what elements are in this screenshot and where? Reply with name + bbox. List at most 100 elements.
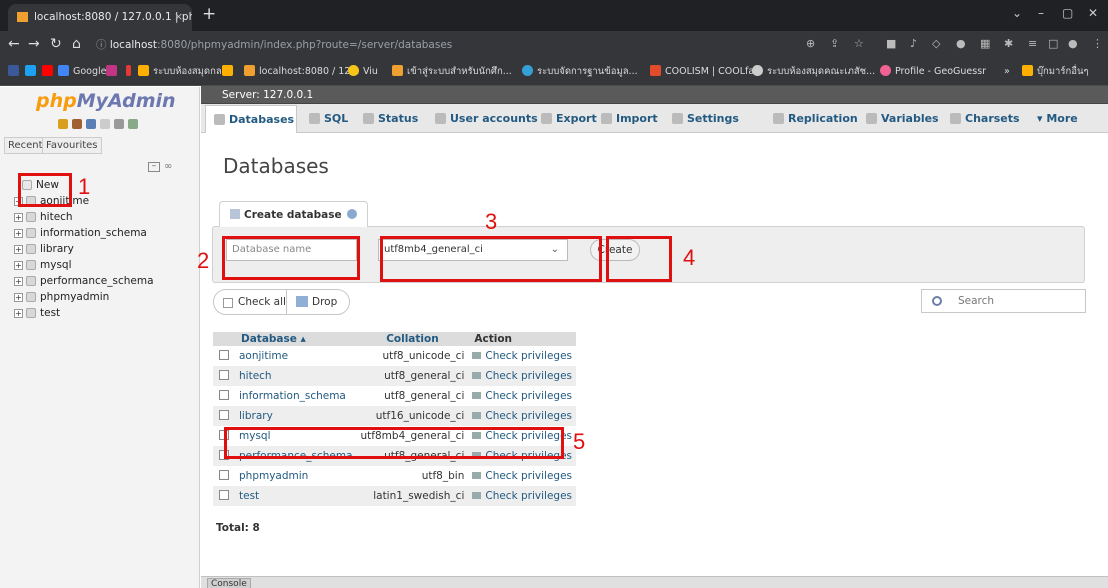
- extension-icon-1[interactable]: ■: [886, 37, 896, 50]
- sidebar-item-information-schema[interactable]: + information_schema: [14, 225, 147, 241]
- side-panel-icon[interactable]: □: [1048, 37, 1058, 50]
- bookmark-geoguessr[interactable]: Profile - GeoGuessr: [880, 64, 986, 80]
- sidebar-item-mysql[interactable]: + mysql: [14, 257, 72, 273]
- browser-tab[interactable]: localhost:8080 / 127.0.0.1 | php ×: [8, 4, 192, 31]
- youtube-bookmark-icon[interactable]: [42, 64, 57, 80]
- expand-icon[interactable]: +: [14, 260, 23, 270]
- tab-sql[interactable]: SQL: [309, 109, 348, 129]
- bookmark-icon-red[interactable]: [126, 64, 135, 80]
- share-icon[interactable]: ⇪: [830, 37, 839, 50]
- instagram-bookmark-icon[interactable]: [106, 64, 121, 80]
- tab-databases[interactable]: Databases: [205, 105, 297, 133]
- close-window-icon[interactable]: ✕: [1088, 6, 1098, 20]
- check-privileges-link[interactable]: Check privileges: [468, 486, 576, 506]
- database-link[interactable]: information_schema: [235, 386, 357, 406]
- sidebar-item-library[interactable]: + library: [14, 241, 74, 257]
- database-link[interactable]: hitech: [235, 366, 357, 386]
- bookmark-student-login[interactable]: เข้าสู่ระบบสำหรับนักศึก...: [392, 64, 512, 80]
- header-collation[interactable]: Collation: [356, 332, 469, 346]
- home-icon[interactable]: ⌂: [72, 36, 81, 52]
- tab-close-icon[interactable]: ×: [174, 4, 183, 30]
- phpmyadmin-logo[interactable]: phpMyAdmin: [36, 90, 176, 112]
- link-with-main-icon[interactable]: ∞: [164, 161, 172, 172]
- tab-export[interactable]: Export: [541, 109, 597, 129]
- sidebar-item-test[interactable]: + test: [14, 305, 60, 321]
- check-privileges-link[interactable]: Check privileges: [468, 346, 576, 366]
- expand-icon[interactable]: +: [14, 228, 23, 238]
- menu-icon[interactable]: ⋮: [1092, 37, 1103, 50]
- sidebar-item-phpmyadmin[interactable]: + phpmyadmin: [14, 289, 109, 305]
- header-database[interactable]: Database ▴: [235, 332, 357, 346]
- bookmark-library[interactable]: ระบบห้องสมุดกลาง: [138, 64, 232, 80]
- reading-list-icon[interactable]: ≡: [1028, 37, 1037, 50]
- forward-icon[interactable]: →: [28, 36, 40, 52]
- home-icon[interactable]: [58, 119, 68, 129]
- bookmark-viu[interactable]: Viu: [348, 64, 378, 80]
- row-checkbox[interactable]: [219, 349, 229, 360]
- star-icon[interactable]: ☆: [854, 37, 864, 50]
- expand-icon[interactable]: +: [14, 276, 23, 286]
- search-input[interactable]: Search: [921, 289, 1086, 313]
- expand-icon[interactable]: +: [14, 244, 23, 254]
- collapse-all-icon[interactable]: –: [148, 162, 160, 172]
- row-checkbox[interactable]: [219, 489, 229, 500]
- tab-settings[interactable]: Settings: [672, 109, 739, 129]
- extension-icon-5[interactable]: ▦: [980, 37, 990, 50]
- tab-user-accounts[interactable]: User accounts: [435, 109, 538, 129]
- sidebar-item-hitech[interactable]: + hitech: [14, 209, 73, 225]
- check-privileges-link[interactable]: Check privileges: [468, 406, 576, 426]
- tab-charsets[interactable]: Charsets: [950, 109, 1020, 129]
- reload-navigation-icon[interactable]: [128, 119, 138, 129]
- row-checkbox[interactable]: [219, 409, 229, 420]
- console-button[interactable]: Console: [207, 578, 251, 588]
- database-link[interactable]: library: [235, 406, 357, 426]
- drop-button[interactable]: Drop: [296, 290, 337, 314]
- row-checkbox[interactable]: [219, 369, 229, 380]
- check-privileges-link[interactable]: Check privileges: [468, 366, 576, 386]
- extension-icon-3[interactable]: ◇: [932, 37, 940, 50]
- database-link[interactable]: phpmyadmin: [235, 466, 357, 486]
- bookmark-google[interactable]: Google: [58, 64, 107, 80]
- sidebar-item-performance-schema[interactable]: + performance_schema: [14, 273, 154, 289]
- bookmark-other[interactable]: บุ๊กมาร์กอื่นๆ: [1022, 64, 1089, 80]
- tab-status[interactable]: Status: [363, 109, 418, 129]
- expand-icon[interactable]: +: [14, 292, 23, 302]
- bookmark-coolism[interactable]: COOLISM | COOLfa...: [650, 64, 763, 80]
- row-checkbox[interactable]: [219, 469, 229, 480]
- new-tab-button[interactable]: +: [202, 4, 216, 24]
- expand-icon[interactable]: +: [14, 212, 23, 222]
- logout-icon[interactable]: [72, 119, 82, 129]
- recent-tab[interactable]: Recent: [4, 137, 47, 154]
- database-link[interactable]: aonjitime: [235, 346, 357, 366]
- settings-icon[interactable]: [114, 119, 124, 129]
- breadcrumb-server[interactable]: Server: 127.0.0.1: [222, 87, 313, 103]
- extension-icon-4[interactable]: ●: [956, 37, 966, 50]
- help-icon[interactable]: [346, 209, 357, 219]
- minimize-icon[interactable]: –: [1038, 6, 1044, 20]
- check-all-label[interactable]: Check all: [238, 290, 286, 314]
- tab-more[interactable]: ▾ More: [1037, 109, 1078, 129]
- check-all-checkbox[interactable]: [223, 298, 233, 308]
- facebook-bookmark-icon[interactable]: [8, 64, 23, 80]
- row-checkbox[interactable]: [219, 389, 229, 400]
- maximize-icon[interactable]: ▢: [1062, 6, 1073, 20]
- url-field[interactable]: ⓘ localhost:8080/phpmyadmin/index.php?ro…: [96, 35, 796, 56]
- extensions-puzzle-icon[interactable]: ✱: [1004, 37, 1013, 50]
- bookmarks-overflow-icon[interactable]: »: [1004, 64, 1010, 80]
- tab-variables[interactable]: Variables: [866, 109, 939, 129]
- back-icon[interactable]: ←: [8, 36, 20, 52]
- database-link[interactable]: test: [235, 486, 357, 506]
- tab-search-icon[interactable]: ⌄: [1012, 6, 1022, 20]
- tab-import[interactable]: Import: [601, 109, 658, 129]
- bookmark-pharmacy-library[interactable]: ระบบห้องสมุดคณะเภสัช...: [752, 64, 875, 80]
- check-privileges-link[interactable]: Check privileges: [468, 386, 576, 406]
- bookmark-db-system[interactable]: ระบบจัดการฐานข้อมูล...: [522, 64, 638, 80]
- zoom-icon[interactable]: ⊕: [806, 37, 815, 50]
- expand-icon[interactable]: +: [14, 308, 23, 318]
- docs-icon[interactable]: [100, 119, 110, 129]
- check-privileges-link[interactable]: Check privileges: [468, 466, 576, 486]
- tab-replication[interactable]: Replication: [773, 109, 858, 129]
- help-icon[interactable]: [86, 119, 96, 129]
- profile-avatar-icon[interactable]: ●: [1068, 37, 1078, 50]
- extension-icon-2[interactable]: ♪: [910, 37, 917, 50]
